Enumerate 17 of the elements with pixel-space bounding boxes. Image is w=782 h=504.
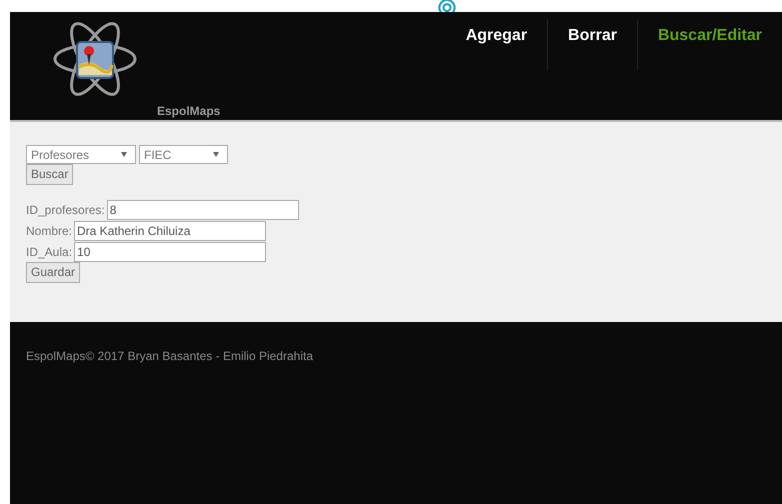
field-label: Nombre: <box>26 222 72 240</box>
nav-link[interactable]: Agregar <box>446 19 548 48</box>
field-label: ID_Aula: <box>26 244 72 260</box>
dropdown-arrow-icon <box>121 152 127 157</box>
footer-text: EspolMaps© 2017 Bryan Basantes - Emilio Piedrahita <box>26 349 313 363</box>
dropdown[interactable]: FIEC <box>139 145 228 164</box>
search-button[interactable]: Buscar <box>26 164 74 185</box>
field-label: ID_profesores: <box>26 202 105 218</box>
dropdown-arrow-icon <box>213 152 219 157</box>
nav-link[interactable]: Buscar/Editar <box>638 19 782 48</box>
nav-link[interactable]: Borrar <box>548 19 637 48</box>
dropdown[interactable]: Profesores <box>26 145 136 164</box>
input-field[interactable]: 10 <box>74 242 266 262</box>
input-field[interactable]: 8 <box>106 200 299 220</box>
save-button[interactable]: Guardar <box>26 262 80 283</box>
brand-name: EspolMaps <box>157 103 220 120</box>
input-field[interactable]: Dra Katherin Chiluiza <box>74 220 266 240</box>
